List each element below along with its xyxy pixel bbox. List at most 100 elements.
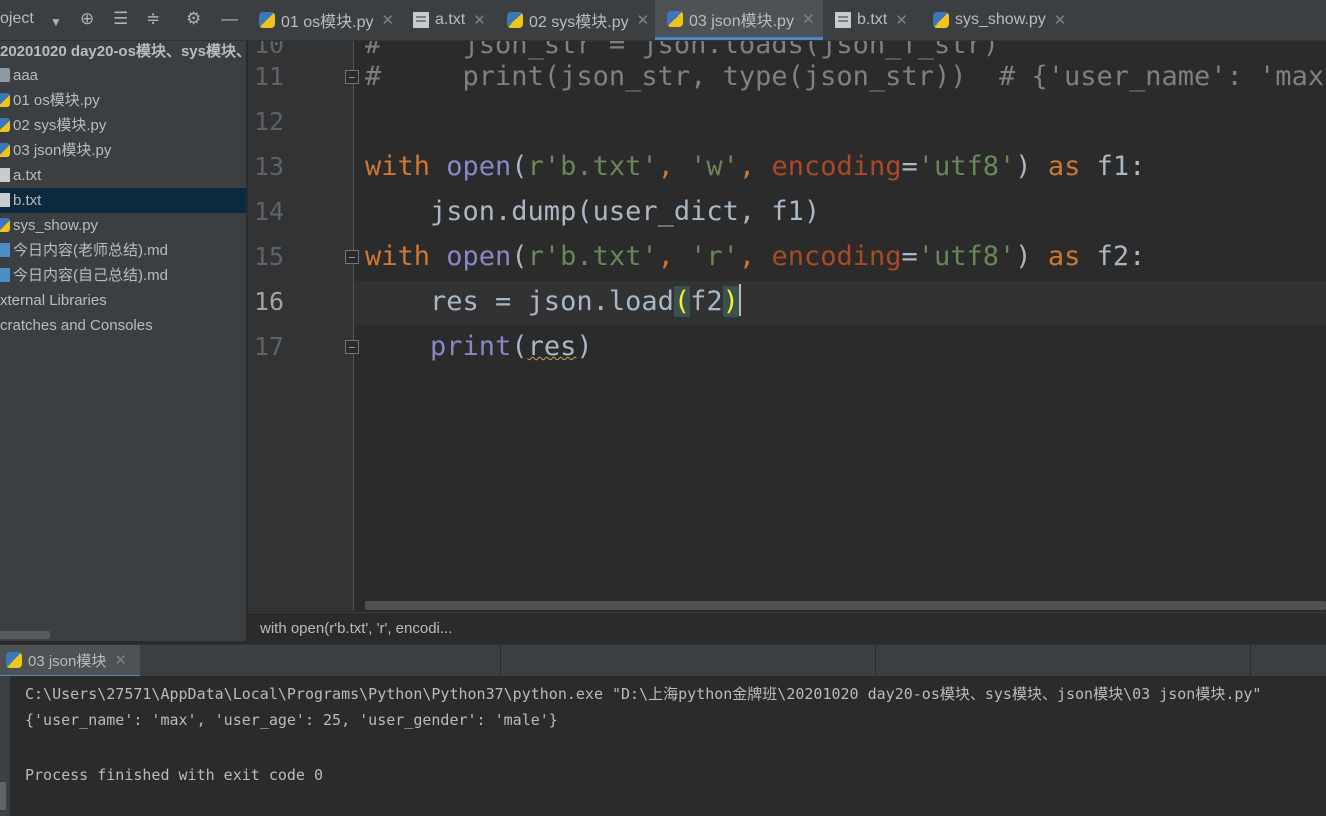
project-view-label[interactable]: oject [0, 10, 34, 28]
dropdown-arrow-icon[interactable]: ▼ [50, 12, 62, 32]
run-tab-03-json[interactable]: 03 json模块 ✕ [0, 645, 140, 677]
code-text: f2 [690, 286, 723, 317]
tree-item-03-json[interactable]: 03 json模块.py [0, 138, 246, 163]
project-toolbar: oject ▼ ⊕ ☰ ≑ ⚙ — [0, 0, 247, 40]
project-tree: 20201020 day20-os模块、sys模块、 aaa 01 os模块.p… [0, 41, 247, 641]
top-toolbar: oject ▼ ⊕ ☰ ≑ ⚙ — 01 os模块.py ✕ a.txt ✕ 0… [0, 0, 1326, 41]
tree-root-folder[interactable]: 20201020 day20-os模块、sys模块、 [0, 39, 246, 64]
close-icon[interactable]: ✕ [1054, 11, 1067, 29]
paren: ) [576, 331, 593, 362]
python-file-icon [933, 12, 949, 28]
tab-b-txt[interactable]: b.txt ✕ [835, 0, 917, 40]
tree-item-label: b.txt [13, 192, 42, 209]
gutter-separator [353, 41, 354, 611]
code-text: json.dump(user_dict, f1) [365, 196, 821, 227]
run-tab-label: 03 json模块 [28, 652, 107, 670]
matched-bracket: ( [673, 286, 691, 317]
tab-label: b.txt [857, 11, 888, 28]
code-line-11: # print(json_str, type(json_str)) # {'us… [365, 55, 1326, 99]
tree-item-label: a.txt [13, 167, 42, 184]
gear-icon[interactable]: ⚙ [186, 9, 201, 29]
line-number-current: 16 [254, 287, 285, 316]
markdown-file-icon [0, 243, 10, 257]
string-literal: r'b.txt' [527, 241, 658, 272]
editor-tabs: 01 os模块.py ✕ a.txt ✕ 02 sys模块.py ✕ 03 js… [249, 0, 1326, 40]
comma: , [738, 241, 772, 272]
string-literal: 'r' [690, 241, 739, 272]
collapse-all-icon[interactable]: ≑ [146, 9, 160, 29]
text-caret [738, 284, 741, 316]
expand-all-icon[interactable]: ☰ [113, 9, 128, 29]
sidebar-scrollbar[interactable] [0, 631, 50, 639]
matched-bracket: ) [722, 286, 739, 317]
tree-item-external-libraries[interactable]: xternal Libraries [0, 288, 246, 313]
line-number: 13 [254, 152, 285, 181]
builtin-open: open [446, 151, 512, 182]
tab-sys-show[interactable]: sys_show.py ✕ [933, 0, 1067, 40]
fold-marker-icon[interactable] [345, 70, 359, 84]
horizontal-scrollbar[interactable] [365, 601, 1326, 610]
console-line-output: {'user_name': 'max', 'user_age': 25, 'us… [25, 711, 558, 729]
keyword-as: as [1047, 151, 1081, 182]
tree-item-sys-show[interactable]: sys_show.py [0, 213, 246, 238]
comment-text: print(json_str, type(json_str)) # {'user… [381, 61, 1326, 92]
close-icon[interactable]: ✕ [637, 11, 650, 29]
tab-02-sys[interactable]: 02 sys模块.py ✕ [507, 0, 653, 40]
tree-item-02-sys[interactable]: 02 sys模块.py [0, 113, 246, 138]
python-file-icon [0, 143, 10, 157]
run-panel-tabs: 03 json模块 ✕ [0, 644, 1326, 677]
tree-item-a-txt[interactable]: a.txt [0, 163, 246, 188]
paren: ( [511, 241, 528, 272]
python-file-icon [0, 118, 10, 132]
close-icon[interactable]: ✕ [473, 11, 486, 29]
tree-item-teacher-summary[interactable]: 今日内容(老师总结).md [0, 238, 246, 263]
fold-marker-icon[interactable] [345, 340, 359, 354]
tab-a-txt[interactable]: a.txt ✕ [413, 0, 493, 40]
paren: ( [511, 331, 528, 362]
tree-item-aaa[interactable]: aaa [0, 63, 246, 88]
code-text-warning: res [527, 331, 577, 362]
python-file-icon [0, 93, 10, 107]
fold-marker-icon[interactable] [345, 250, 359, 264]
close-icon[interactable]: ✕ [802, 10, 815, 28]
close-icon[interactable]: ✕ [895, 11, 908, 29]
tree-item-b-txt[interactable]: b.txt [0, 188, 246, 213]
tree-item-label: 01 os模块.py [13, 92, 100, 109]
equals: = [901, 241, 918, 272]
console-scrollbar[interactable] [0, 782, 6, 810]
minimize-icon[interactable]: — [221, 9, 238, 29]
tree-item-own-summary[interactable]: 今日内容(自己总结).md [0, 263, 246, 288]
python-run-icon [6, 652, 22, 668]
breadcrumb-item[interactable]: with open(r'b.txt', 'r', encodi... [260, 620, 452, 637]
tab-label: 03 json模块.py [689, 12, 794, 30]
identifier: f1: [1080, 151, 1146, 182]
tab-01-os[interactable]: 01 os模块.py ✕ [259, 0, 399, 40]
comma: , [657, 241, 691, 272]
tab-label: sys_show.py [955, 11, 1046, 28]
paren: ( [511, 151, 528, 182]
text-file-icon [0, 193, 10, 207]
tab-03-json[interactable]: 03 json模块.py ✕ [655, 0, 823, 40]
code-editor[interactable]: 10 11 12 13 14 15 16 17 # json_str = jso… [248, 41, 1326, 611]
tree-item-label: sys_show.py [13, 217, 99, 234]
param-encoding: encoding [771, 151, 902, 182]
python-file-icon [0, 218, 10, 232]
line-number: 11 [254, 62, 285, 91]
run-console[interactable]: C:\Users\27571\AppData\Local\Programs\Py… [0, 676, 1326, 816]
folder-icon [0, 68, 10, 82]
keyword-as: as [1047, 241, 1081, 272]
tree-item-label: cratches and Consoles [0, 317, 153, 334]
python-file-icon [507, 12, 523, 28]
tree-item-01-os[interactable]: 01 os模块.py [0, 88, 246, 113]
line-number: 14 [254, 197, 285, 226]
text-file-icon [413, 12, 429, 28]
console-line-exit: Process finished with exit code 0 [25, 766, 324, 784]
string-literal: 'utf8' [917, 151, 1016, 182]
tree-item-scratches[interactable]: cratches and Consoles [0, 313, 246, 338]
tree-item-label: 20201020 day20-os模块、sys模块、 [0, 43, 246, 60]
close-icon[interactable]: ✕ [114, 651, 127, 669]
close-icon[interactable]: ✕ [382, 11, 395, 29]
tree-item-label: aaa [13, 67, 39, 84]
crosshair-icon[interactable]: ⊕ [80, 9, 94, 29]
line-number: 12 [254, 107, 285, 136]
